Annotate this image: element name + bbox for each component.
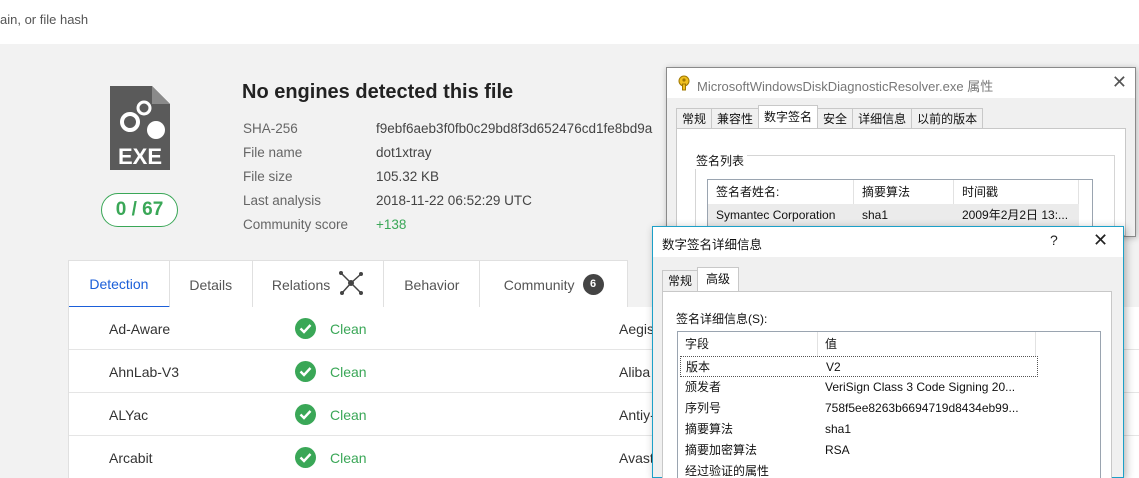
check-icon bbox=[295, 318, 316, 339]
signature-details-dialog: 数字签名详细信息 ? ✕ 常规 高级 签名详细信息(S): 字段 值 版本 V2… bbox=[652, 226, 1124, 478]
properties-dialog: MicrosoftWindowsDiskDiagnosticResolver.e… bbox=[666, 67, 1136, 239]
tab-details[interactable]: 详细信息 bbox=[852, 108, 913, 129]
meta-label-filename: File name bbox=[243, 145, 303, 160]
tab-general[interactable]: 常规 bbox=[676, 108, 713, 129]
tab-relations[interactable]: Relations bbox=[253, 261, 385, 308]
column-header-digest[interactable]: 摘要算法 bbox=[854, 180, 954, 204]
close-icon[interactable]: ✕ bbox=[1093, 230, 1108, 251]
meta-value-filename: dot1xtray bbox=[376, 145, 432, 160]
detail-row[interactable]: 序列号 758f5ee8263b6694719d8434eb99... bbox=[680, 398, 1038, 419]
signature-details-list[interactable]: 字段 值 版本 V2 颁发者 VeriSign Class 3 Code Sig… bbox=[677, 331, 1101, 478]
meta-value-filesize: 105.32 KB bbox=[376, 169, 440, 184]
tab-detection-label: Detection bbox=[89, 275, 149, 292]
detail-field: 摘要加密算法 bbox=[685, 443, 758, 457]
tab-previous-versions[interactable]: 以前的版本 bbox=[911, 108, 984, 129]
detail-row[interactable]: 摘要算法 sha1 bbox=[680, 419, 1038, 440]
search-bar[interactable]: ain, or file hash bbox=[0, 0, 1139, 44]
meta-value-sha256: f9ebf6aeb3f0fb0c29bd8f3d652476cd1fe8bd9a bbox=[376, 121, 653, 136]
engine-name: Antiy- bbox=[619, 407, 655, 423]
detail-row[interactable]: 经过验证的属性 bbox=[680, 461, 1038, 478]
engine-name: Arcabit bbox=[109, 450, 153, 466]
properties-title: MicrosoftWindowsDiskDiagnosticResolver.e… bbox=[697, 79, 994, 94]
detail-field: 颁发者 bbox=[685, 380, 722, 394]
digest-algorithm: sha1 bbox=[862, 208, 889, 222]
meta-label-sha256: SHA-256 bbox=[243, 121, 298, 136]
exe-label: EXE bbox=[118, 144, 162, 169]
check-icon bbox=[295, 404, 316, 425]
detail-row[interactable]: 版本 V2 bbox=[680, 356, 1038, 377]
detail-value: sha1 bbox=[825, 422, 852, 436]
column-header-timestamp[interactable]: 时间戳 bbox=[954, 180, 1079, 204]
detail-value: RSA bbox=[825, 443, 850, 457]
tab-behavior[interactable]: Behavior bbox=[384, 261, 481, 308]
detection-score: 0 / 67 bbox=[101, 193, 178, 227]
graph-icon bbox=[338, 270, 364, 299]
engine-name: ALYac bbox=[109, 407, 149, 423]
tab-relations-label: Relations bbox=[271, 276, 331, 293]
meta-label-last-analysis: Last analysis bbox=[243, 193, 322, 208]
tab-detection[interactable]: Detection bbox=[69, 261, 170, 308]
engine-status: Clean bbox=[330, 450, 367, 466]
detail-field: 版本 bbox=[686, 360, 711, 374]
certificate-key-icon bbox=[676, 75, 692, 91]
detail-row[interactable]: 颁发者 VeriSign Class 3 Code Signing 20... bbox=[680, 377, 1038, 398]
meta-value-community-score: +138 bbox=[376, 217, 407, 232]
detail-value: VeriSign Class 3 Code Signing 20... bbox=[825, 380, 1016, 394]
detail-value: V2 bbox=[826, 360, 841, 374]
meta-label-filesize: File size bbox=[243, 169, 293, 184]
detail-field: 序列号 bbox=[685, 401, 722, 415]
engine-status: Clean bbox=[330, 321, 367, 337]
detail-field: 经过验证的属性 bbox=[685, 464, 770, 478]
signature-row[interactable]: Symantec Corporation sha1 2009年2月2日 13:.… bbox=[708, 204, 1079, 226]
exe-file-icon: EXE bbox=[108, 84, 172, 172]
detail-row[interactable]: 摘要加密算法 RSA bbox=[680, 440, 1038, 461]
signature-details-tabs: 常规 高级 bbox=[662, 267, 740, 291]
tab-compatibility[interactable]: 兼容性 bbox=[711, 108, 760, 129]
tab-advanced[interactable]: 高级 bbox=[697, 267, 740, 291]
signature-list-label: 签名列表 bbox=[693, 152, 748, 169]
engine-name: Avast bbox=[619, 450, 654, 466]
tab-details[interactable]: Details bbox=[170, 261, 253, 308]
engine-status: Clean bbox=[330, 407, 367, 423]
engine-name: Aegis bbox=[619, 321, 655, 337]
column-header-field[interactable]: 字段 bbox=[678, 332, 818, 356]
community-count-badge: 6 bbox=[582, 274, 604, 295]
tab-digital-signatures[interactable]: 数字签名 bbox=[758, 105, 819, 129]
engine-status: Clean bbox=[330, 364, 367, 380]
report-tabs: Detection Details Relations Behavior Com… bbox=[68, 260, 628, 308]
signature-details-titlebar[interactable]: 数字签名详细信息 ? ✕ bbox=[653, 227, 1123, 257]
meta-label-community-score: Community score bbox=[243, 217, 349, 232]
signature-details-label: 签名详细信息(S): bbox=[676, 312, 768, 326]
engine-name: Ad-Aware bbox=[109, 321, 171, 337]
detection-headline: No engines detected this file bbox=[242, 81, 514, 103]
column-header-value[interactable]: 值 bbox=[818, 332, 1036, 356]
signer-name: Symantec Corporation bbox=[716, 208, 836, 222]
properties-titlebar[interactable]: MicrosoftWindowsDiskDiagnosticResolver.e… bbox=[667, 68, 1135, 98]
detail-value: 758f5ee8263b6694719d8434eb99... bbox=[825, 401, 1019, 415]
close-icon[interactable]: ✕ bbox=[1112, 72, 1127, 93]
tab-security[interactable]: 安全 bbox=[817, 108, 854, 129]
check-icon bbox=[295, 447, 316, 468]
timestamp: 2009年2月2日 13:... bbox=[962, 208, 1069, 222]
tab-community-label: Community bbox=[503, 276, 575, 293]
search-input[interactable]: ain, or file hash bbox=[0, 12, 88, 27]
column-header-signer[interactable]: 签名者姓名: bbox=[708, 180, 854, 204]
meta-value-last-analysis: 2018-11-22 06:52:29 UTC bbox=[376, 193, 532, 208]
help-icon[interactable]: ? bbox=[1050, 232, 1058, 248]
engine-name: Aliba bbox=[619, 364, 651, 380]
signature-details-title: 数字签名详细信息 bbox=[662, 238, 763, 252]
tab-general[interactable]: 常规 bbox=[662, 270, 699, 291]
detail-field: 摘要算法 bbox=[685, 422, 734, 436]
engine-name: AhnLab-V3 bbox=[109, 364, 180, 380]
properties-tabs: 常规 兼容性 数字签名 安全 详细信息 以前的版本 bbox=[676, 105, 984, 129]
tab-behavior-label: Behavior bbox=[404, 276, 460, 293]
tab-details-label: Details bbox=[189, 276, 233, 293]
tab-community[interactable]: Community 6 bbox=[480, 261, 627, 308]
check-icon bbox=[295, 361, 316, 382]
